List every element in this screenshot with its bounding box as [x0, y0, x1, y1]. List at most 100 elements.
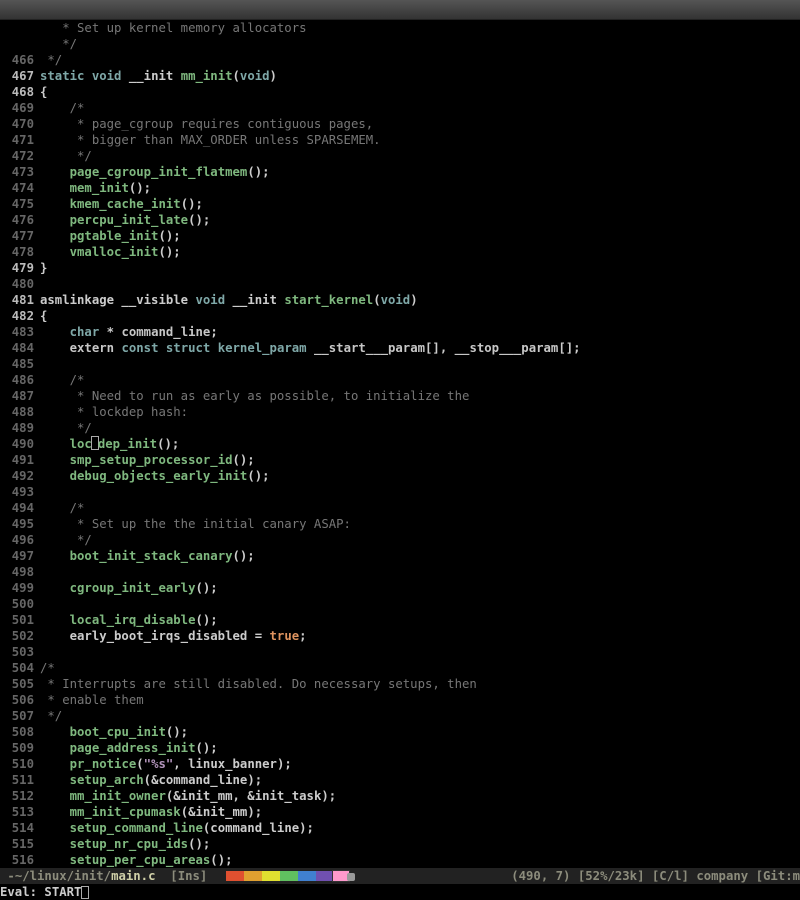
code-line[interactable]: 513 mm_init_cpumask(&init_mm);: [0, 804, 800, 820]
code-line[interactable]: * Set up kernel memory allocators: [0, 20, 800, 36]
code-line[interactable]: 492 debug_objects_early_init();: [0, 468, 800, 484]
window-titlebar[interactable]: [0, 0, 800, 20]
code-line[interactable]: 502 early_boot_irqs_disabled = true;: [0, 628, 800, 644]
code-content[interactable]: /*: [40, 660, 800, 676]
code-content[interactable]: setup_per_cpu_areas();: [40, 852, 800, 868]
code-line[interactable]: 468{: [0, 84, 800, 100]
code-content[interactable]: * Set up the the initial canary ASAP:: [40, 516, 800, 532]
code-line[interactable]: 475 kmem_cache_init();: [0, 196, 800, 212]
code-line[interactable]: */: [0, 36, 800, 52]
code-line[interactable]: 504/*: [0, 660, 800, 676]
code-content[interactable]: [40, 644, 800, 660]
code-line[interactable]: 503: [0, 644, 800, 660]
code-line[interactable]: 507 */: [0, 708, 800, 724]
code-content[interactable]: [40, 276, 800, 292]
code-line[interactable]: 515 setup_nr_cpu_ids();: [0, 836, 800, 852]
code-content[interactable]: */: [40, 36, 800, 52]
minibuffer[interactable]: Eval: START: [0, 884, 800, 900]
code-content[interactable]: */: [40, 532, 800, 548]
code-content[interactable]: * enable them: [40, 692, 800, 708]
code-line[interactable]: 505 * Interrupts are still disabled. Do …: [0, 676, 800, 692]
code-line[interactable]: 496 */: [0, 532, 800, 548]
code-line[interactable]: 485: [0, 356, 800, 372]
code-content[interactable]: page_cgroup_init_flatmem();: [40, 164, 800, 180]
code-line[interactable]: 493: [0, 484, 800, 500]
code-content[interactable]: */: [40, 148, 800, 164]
code-content[interactable]: setup_nr_cpu_ids();: [40, 836, 800, 852]
code-content[interactable]: kmem_cache_init();: [40, 196, 800, 212]
code-line[interactable]: 472 */: [0, 148, 800, 164]
code-content[interactable]: mem_init();: [40, 180, 800, 196]
code-line[interactable]: 511 setup_arch(&command_line);: [0, 772, 800, 788]
code-content[interactable]: [40, 484, 800, 500]
code-content[interactable]: * Interrupts are still disabled. Do nece…: [40, 676, 800, 692]
code-line[interactable]: 477 pgtable_init();: [0, 228, 800, 244]
code-content[interactable]: local_irq_disable();: [40, 612, 800, 628]
code-content[interactable]: pgtable_init();: [40, 228, 800, 244]
code-line[interactable]: 509 page_address_init();: [0, 740, 800, 756]
code-content[interactable]: boot_cpu_init();: [40, 724, 800, 740]
code-content[interactable]: smp_setup_processor_id();: [40, 452, 800, 468]
code-line[interactable]: 497 boot_init_stack_canary();: [0, 548, 800, 564]
code-content[interactable]: vmalloc_init();: [40, 244, 800, 260]
code-content[interactable]: mm_init_cpumask(&init_mm);: [40, 804, 800, 820]
code-line[interactable]: 489 */: [0, 420, 800, 436]
code-line[interactable]: 482{: [0, 308, 800, 324]
code-content[interactable]: * page_cgroup requires contiguous pages,: [40, 116, 800, 132]
code-content[interactable]: extern const struct kernel_param __start…: [40, 340, 800, 356]
code-line[interactable]: 514 setup_command_line(command_line);: [0, 820, 800, 836]
code-content[interactable]: setup_command_line(command_line);: [40, 820, 800, 836]
code-line[interactable]: 480: [0, 276, 800, 292]
code-content[interactable]: page_address_init();: [40, 740, 800, 756]
code-line[interactable]: 500: [0, 596, 800, 612]
code-content[interactable]: * Need to run as early as possible, to i…: [40, 388, 800, 404]
code-line[interactable]: 479}: [0, 260, 800, 276]
code-line[interactable]: 470 * page_cgroup requires contiguous pa…: [0, 116, 800, 132]
code-content[interactable]: pr_notice("%s", linux_banner);: [40, 756, 800, 772]
code-content[interactable]: /*: [40, 372, 800, 388]
code-line[interactable]: 471 * bigger than MAX_ORDER unless SPARS…: [0, 132, 800, 148]
code-line[interactable]: 486 /*: [0, 372, 800, 388]
code-content[interactable]: boot_init_stack_canary();: [40, 548, 800, 564]
code-line[interactable]: 484 extern const struct kernel_param __s…: [0, 340, 800, 356]
code-line[interactable]: 491 smp_setup_processor_id();: [0, 452, 800, 468]
code-content[interactable]: locdep_init();: [40, 436, 800, 452]
code-line[interactable]: 508 boot_cpu_init();: [0, 724, 800, 740]
code-content[interactable]: [40, 564, 800, 580]
code-content[interactable]: */: [40, 52, 800, 68]
code-content[interactable]: early_boot_irqs_disabled = true;: [40, 628, 800, 644]
code-line[interactable]: 478 vmalloc_init();: [0, 244, 800, 260]
code-content[interactable]: char * command_line;: [40, 324, 800, 340]
code-line[interactable]: 481asmlinkage __visible void __init star…: [0, 292, 800, 308]
code-content[interactable]: {: [40, 308, 800, 324]
code-line[interactable]: 487 * Need to run as early as possible, …: [0, 388, 800, 404]
code-line[interactable]: 473 page_cgroup_init_flatmem();: [0, 164, 800, 180]
code-line[interactable]: 488 * lockdep hash:: [0, 404, 800, 420]
code-content[interactable]: */: [40, 708, 800, 724]
code-line[interactable]: 499 cgroup_init_early();: [0, 580, 800, 596]
code-line[interactable]: 501 local_irq_disable();: [0, 612, 800, 628]
code-line[interactable]: 476 percpu_init_late();: [0, 212, 800, 228]
code-line[interactable]: 510 pr_notice("%s", linux_banner);: [0, 756, 800, 772]
code-content[interactable]: mm_init_owner(&init_mm, &init_task);: [40, 788, 800, 804]
code-line[interactable]: 494 /*: [0, 500, 800, 516]
code-content[interactable]: asmlinkage __visible void __init start_k…: [40, 292, 800, 308]
code-content[interactable]: {: [40, 84, 800, 100]
code-content[interactable]: debug_objects_early_init();: [40, 468, 800, 484]
code-content[interactable]: /*: [40, 100, 800, 116]
code-content[interactable]: * lockdep hash:: [40, 404, 800, 420]
minibuffer-input[interactable]: START: [44, 884, 81, 900]
code-line[interactable]: 490 locdep_init();: [0, 436, 800, 452]
code-content[interactable]: */: [40, 420, 800, 436]
code-line[interactable]: 474 mem_init();: [0, 180, 800, 196]
code-content[interactable]: percpu_init_late();: [40, 212, 800, 228]
code-line[interactable]: 516 setup_per_cpu_areas();: [0, 852, 800, 868]
code-line[interactable]: 467static void __init mm_init(void): [0, 68, 800, 84]
code-content[interactable]: * Set up kernel memory allocators: [40, 20, 800, 36]
code-content[interactable]: [40, 356, 800, 372]
code-content[interactable]: [40, 596, 800, 612]
code-content[interactable]: cgroup_init_early();: [40, 580, 800, 596]
code-line[interactable]: 469 /*: [0, 100, 800, 116]
code-line[interactable]: 506 * enable them: [0, 692, 800, 708]
code-line[interactable]: 466 */: [0, 52, 800, 68]
